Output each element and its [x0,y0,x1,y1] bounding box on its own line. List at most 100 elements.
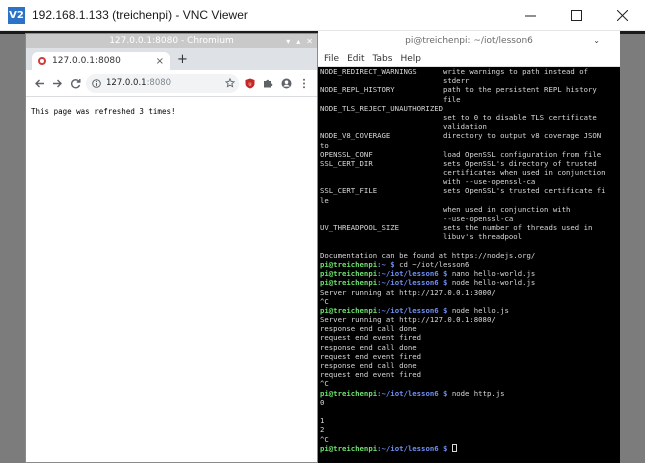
address-bar[interactable]: 127.0.0.1:8080 [86,73,239,93]
terminal-output[interactable]: NODE_REDIRECT_WARNINGS write warnings to… [320,67,620,463]
terminal-output-line: when used in conjunction with [320,204,571,214]
prompt-user: pi@treichenpi [320,443,378,453]
url-port: :8080 [146,78,172,88]
extensions-button[interactable] [259,74,277,92]
terminal-prompt-line: pi@treichenpi:~/iot/lesson6 $ node hello… [320,278,620,287]
terminal-output-line: certificates when used in conjunction [320,168,606,178]
tab-close-button[interactable]: × [156,56,164,67]
back-arrow-icon [34,79,44,87]
terminal-output-line: SSL_CERT_DIR sets OpenSSL's directory of… [320,158,597,168]
menu-button[interactable] [295,74,313,92]
terminal-output-line: request end event fired [320,333,422,343]
more-vertical-icon [303,78,305,88]
prompt-command: node http.js [447,388,505,398]
terminal-titlebar[interactable]: pi@treichenpi: ~/iot/lesson6 ⌄ [318,31,620,51]
minimize-icon [524,15,536,17]
terminal-output-line: response end call done [320,361,417,370]
terminal-output-line: 0 [320,397,325,407]
svg-text:u: u [248,81,251,87]
forward-button[interactable] [48,74,66,92]
url-text: 127.0.0.1:8080 [106,78,225,88]
forward-arrow-icon [52,79,62,87]
terminal-prompt-line: pi@treichenpi:~/iot/lesson6 $ nano hello… [320,269,620,278]
terminal-output-line: response end call done [320,324,417,334]
terminal-output-line: with --use-openssl-ca [320,177,536,187]
close-button[interactable] [599,0,645,31]
back-button[interactable] [30,74,48,92]
page-message: This page was refreshed 3 times! [31,107,176,116]
prompt-path: :~ $ [377,259,395,269]
vnc-window-controls [507,0,645,31]
terminal-output-line: SSL_CERT_FILE sets OpenSSL's trusted cer… [320,186,606,196]
browser-tab[interactable]: 127.0.0.1:8080 × [32,52,170,70]
prompt-path: :~/iot/lesson6 $ [377,278,448,288]
terminal-output-line: OPENSSL_CONF load OpenSSL configuration … [320,149,602,159]
terminal-output-line: UV_THREADPOOL_SIZE sets the number of th… [320,223,593,233]
info-icon [92,78,101,88]
remote-desktop[interactable]: 127.0.0.1:8080 - Chromium ▾ ▴ ✕ 127.0.0.… [0,31,645,463]
reload-button[interactable] [66,74,84,92]
terminal-prompt-line: pi@treichenpi:~ $ cd ~/iot/lesson6 [320,260,620,269]
favicon-icon [38,57,46,65]
terminal-output-line: le [320,195,329,205]
chromium-tab-bar: 127.0.0.1:8080 × + [26,48,317,70]
prompt-path: :~/iot/lesson6 $ [377,305,448,315]
account-avatar-icon [281,78,291,88]
shield-icon: u [245,78,255,88]
terminal-output-line: response end call done [320,342,417,352]
bookmark-star-icon[interactable] [225,78,235,88]
new-tab-button[interactable]: + [177,52,188,67]
prompt-command: node hello-world.js [447,278,536,288]
chromium-titlebar[interactable]: 127.0.0.1:8080 - Chromium ▾ ▴ ✕ [26,34,317,48]
menu-help[interactable]: Help [400,54,421,64]
close-icon [616,10,628,21]
terminal-menubar: File Edit Tabs Help [318,51,620,67]
terminal-output-line: Server running at http://127.0.0.1:8080/ [320,315,496,325]
prompt-path: :~/iot/lesson6 $ [377,388,448,398]
chromium-window: 127.0.0.1:8080 - Chromium ▾ ▴ ✕ 127.0.0.… [25,33,318,463]
terminal-output-line: 2 [320,425,325,435]
menu-edit[interactable]: Edit [347,54,364,64]
terminal-output-line: ^C [320,379,329,389]
prompt-user: pi@treichenpi [320,269,378,279]
menu-file[interactable]: File [324,54,339,64]
terminal-output-line: request end event fired [320,370,422,380]
minimize-button[interactable] [507,0,553,31]
terminal-output-line: NODE_REDIRECT_WARNINGS write warnings to… [320,67,588,76]
page-content: This page was refreshed 3 times! [26,97,317,126]
prompt-command: node hello.js [447,305,509,315]
terminal-output-line: 1 [320,416,325,426]
terminal-output-line: Documentation can be found at https://no… [320,250,536,260]
maximize-button[interactable] [553,0,599,31]
terminal-chevron-down-icon[interactable]: ⌄ [593,36,600,45]
terminal-output-line: set to 0 to disable TLS certificate [320,112,597,122]
url-host: 127.0.0.1 [106,78,147,88]
reload-icon [70,78,80,88]
terminal-output-line: ^C [320,296,329,306]
terminal-output-line: NODE_V8_COVERAGE directory to output v8 … [320,131,602,141]
terminal-output-line: Server running at http://127.0.0.1:3000/ [320,287,496,297]
profile-button[interactable] [277,74,295,92]
terminal-output-line: stderr [320,76,470,86]
terminal-output-line: validation [320,122,487,132]
chromium-close-button[interactable]: ✕ [306,37,313,46]
menu-tabs[interactable]: Tabs [373,54,393,64]
terminal-prompt-line: pi@treichenpi:~/iot/lesson6 $ [320,443,620,453]
ublock-extension-button[interactable]: u [241,74,259,92]
chromium-minimize-button[interactable]: ▾ [286,37,290,46]
prompt-command: nano hello-world.js [447,269,536,279]
chromium-maximize-button[interactable]: ▴ [296,37,300,46]
vnc-logo-icon: V2 [8,6,25,24]
vnc-titlebar: V2 192.168.1.133 (treichenpi) - VNC View… [0,0,645,31]
prompt-path: :~/iot/lesson6 $ [377,443,448,453]
terminal-prompt-line: pi@treichenpi:~/iot/lesson6 $ node hello… [320,306,620,315]
prompt-user: pi@treichenpi [320,259,378,269]
terminal-cursor [451,443,457,452]
terminal-output-line: NODE_TLS_REJECT_UNAUTHORIZED [320,103,444,113]
maximize-icon [570,10,582,21]
terminal-window: pi@treichenpi: ~/iot/lesson6 ⌄ File Edit… [318,31,620,463]
chromium-toolbar: 127.0.0.1:8080 u [26,70,317,97]
terminal-output-line: to [320,140,329,150]
